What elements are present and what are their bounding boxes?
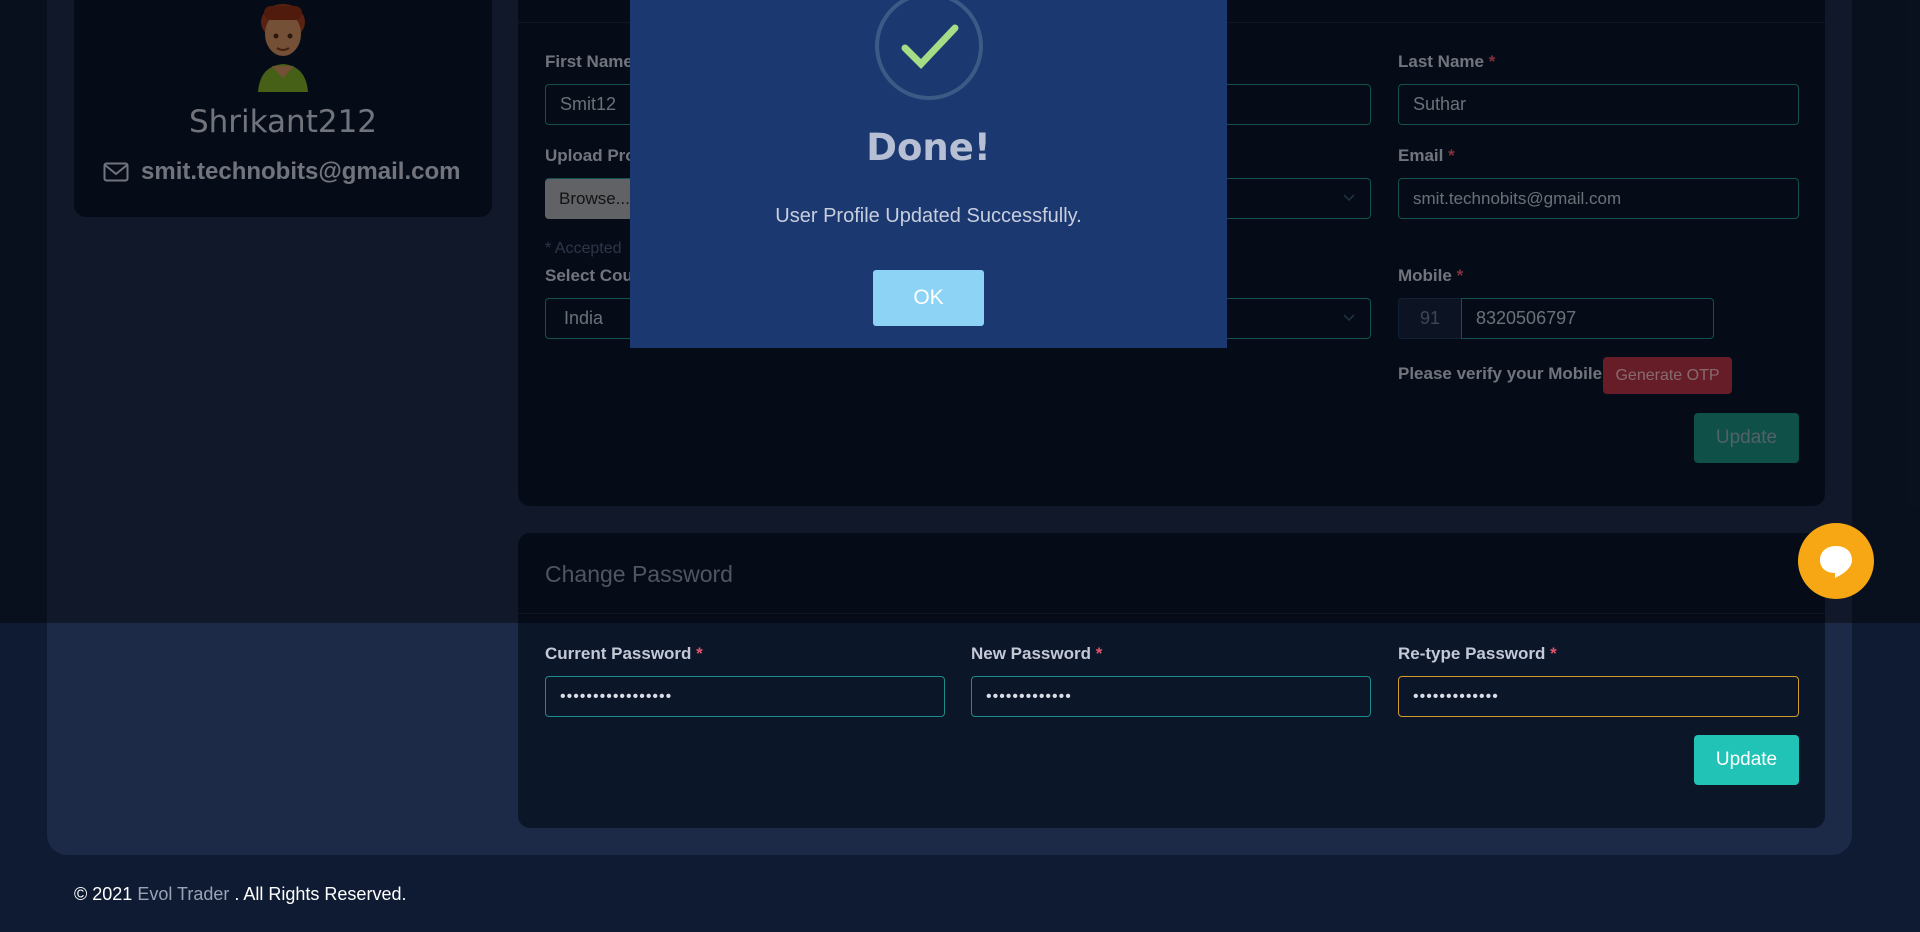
retype-password-label: Re-type Password * xyxy=(1398,644,1557,663)
current-password-label: Current Password * xyxy=(545,644,703,663)
new-password-label: New Password * xyxy=(971,644,1103,663)
footer-rights: . All Rights Reserved. xyxy=(234,884,407,904)
chat-bubble-icon xyxy=(1820,546,1852,578)
footer-copyright: © 2021 xyxy=(74,884,133,904)
modal-message: User Profile Updated Successfully. xyxy=(775,205,1082,227)
update-password-button[interactable]: Update xyxy=(1694,735,1799,785)
modal-title: Done! xyxy=(866,126,991,169)
footer: © 2021 Evol Trader . All Rights Reserved… xyxy=(74,884,406,905)
chat-widget-button[interactable] xyxy=(1798,523,1874,599)
ok-button[interactable]: OK xyxy=(873,270,984,326)
retype-password-input[interactable]: ••••••••••••• xyxy=(1398,676,1799,717)
new-password-input[interactable]: ••••••••••••• xyxy=(971,676,1371,717)
checkmark-icon xyxy=(875,0,983,100)
current-password-input[interactable]: ••••••••••••••••• xyxy=(545,676,945,717)
success-modal: Done! User Profile Updated Successfully.… xyxy=(630,0,1227,348)
footer-brand-link[interactable]: Evol Trader xyxy=(137,884,229,904)
